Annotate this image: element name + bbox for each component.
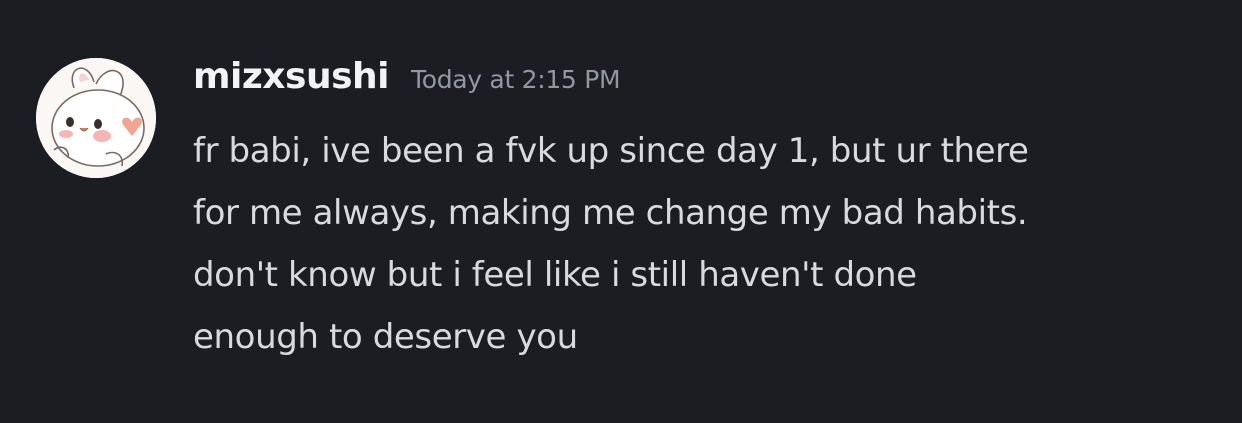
message-header: mizxsushi Today at 2:15 PM — [193, 56, 621, 108]
message-content: fr babi, ive been a fvk up since day 1, … — [193, 120, 1203, 368]
username[interactable]: mizxsushi — [193, 56, 389, 97]
message-line: for me always, making me change my bad h… — [193, 193, 1028, 233]
chat-message: mizxsushi Today at 2:15 PM fr babi, ive … — [0, 0, 1242, 423]
message-line: fr babi, ive been a fvk up since day 1, … — [193, 131, 1029, 171]
message-line: don't know but i feel like i still haven… — [193, 255, 917, 295]
bunny-avatar-icon[interactable] — [36, 58, 156, 178]
message-line: enough to deserve you — [193, 317, 578, 357]
timestamp[interactable]: Today at 2:15 PM — [411, 65, 621, 94]
